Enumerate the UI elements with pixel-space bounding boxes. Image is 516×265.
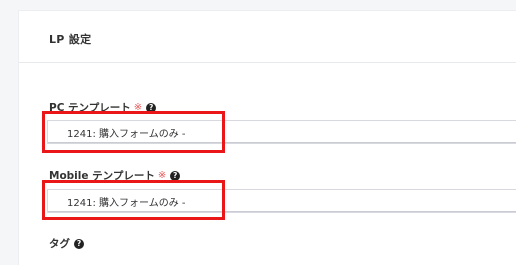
help-icon[interactable]: ? — [74, 238, 84, 249]
required-mark: ※ — [133, 102, 143, 113]
section-title: LP 設定 — [49, 33, 92, 46]
lp-settings-card: LP 設定 PC テンプレート ※ ? 1241: 購入フォームのみ - Mob… — [18, 10, 516, 265]
mobile-template-select[interactable]: 1241: 購入フォームのみ - — [47, 189, 516, 213]
help-icon[interactable]: ? — [146, 102, 157, 113]
tag-label-row: タグ ? — [49, 236, 84, 251]
mobile-template-value: 1241: 購入フォームのみ - — [67, 197, 186, 209]
divider — [19, 62, 516, 63]
help-icon[interactable]: ? — [170, 170, 181, 181]
mobile-template-label: Mobile テンプレート — [49, 170, 155, 182]
tag-label: タグ — [49, 238, 70, 250]
pc-template-value: 1241: 購入フォームのみ - — [67, 128, 186, 140]
pc-template-label-row: PC テンプレート ※ ? — [49, 100, 157, 115]
pc-template-select[interactable]: 1241: 購入フォームのみ - — [47, 120, 516, 144]
pc-template-label: PC テンプレート — [49, 102, 131, 114]
required-mark: ※ — [157, 170, 167, 181]
mobile-template-label-row: Mobile テンプレート ※ ? — [49, 168, 181, 183]
